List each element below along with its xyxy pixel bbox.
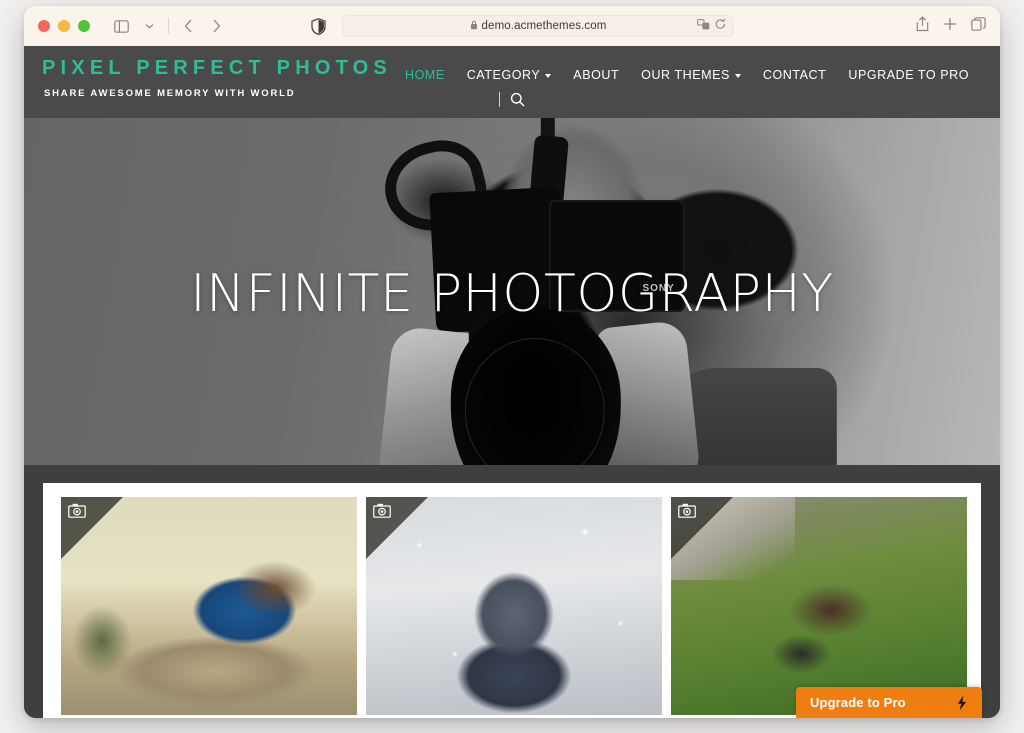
minimize-window-button[interactable] [58,20,70,32]
chevron-down-icon [545,74,552,78]
upgrade-to-pro-bar[interactable]: Upgrade to Pro [796,687,982,718]
camera-icon [68,503,86,518]
site-title: PIXEL PERFECT PHOTOS [42,57,392,79]
gallery-card[interactable] [61,497,357,715]
hero-banner: INFINITE PHOTOGRAPHY [24,118,1000,465]
gallery-card[interactable] [671,497,967,715]
nav-item-our-themes[interactable]: OUR THEMES [630,64,752,86]
camera-icon [678,503,696,518]
nav-label: OUR THEMES [641,68,730,82]
nav-item-category[interactable]: CATEGORY [456,64,563,86]
camera-icon [373,503,391,518]
toolbar-left-controls [108,14,229,38]
back-arrow-icon[interactable] [175,14,201,38]
nav-item-contact[interactable]: CONTACT [752,64,837,86]
nav-item-about[interactable]: ABOUT [562,64,630,86]
nav-label: HOME [405,68,445,82]
address-bar-actions [697,16,726,36]
lightning-bolt-icon [956,695,968,711]
tab-overview-icon[interactable] [971,16,986,36]
browser-window: demo.acmethemes.com PIXEL PERFECT PHOTOS… [24,6,1000,718]
url-text: demo.acmethemes.com [481,20,607,32]
browser-toolbar: demo.acmethemes.com [24,6,1000,46]
nav-item-home[interactable]: HOME [394,64,456,86]
maximize-window-button[interactable] [78,20,90,32]
privacy-shield-icon [311,17,326,35]
close-window-button[interactable] [38,20,50,32]
header-search-row [24,92,1000,107]
hero-title: INFINITE PHOTOGRAPHY [190,264,834,324]
sidebar-toggle-icon[interactable] [108,14,134,38]
page-viewport: PIXEL PERFECT PHOTOS SHARE AWESOME MEMOR… [24,46,1000,718]
nav-label: UPGRADE TO PRO [848,68,969,82]
nav-item-upgrade-to-pro[interactable]: UPGRADE TO PRO [837,64,980,86]
gallery-panel [43,483,981,718]
page-settings-icon[interactable] [697,17,710,35]
nav-label: CATEGORY [466,68,541,82]
gallery-grid [43,497,981,715]
upgrade-to-pro-label: Upgrade to Pro [810,695,906,710]
search-divider [499,92,500,107]
search-icon[interactable] [510,92,525,107]
site-header: PIXEL PERFECT PHOTOS SHARE AWESOME MEMOR… [24,46,1000,118]
chevron-down-icon [734,74,741,78]
primary-navigation: HOME CATEGORY ABOUT OUR THEMES CONTACT U… [394,64,980,86]
nav-label: CONTACT [762,68,827,82]
window-traffic-lights [38,20,90,32]
address-bar[interactable]: demo.acmethemes.com [342,15,734,37]
new-tab-icon[interactable] [943,17,957,36]
gallery-section [24,465,1000,718]
toolbar-divider [168,18,169,34]
privacy-report-button[interactable] [311,6,326,46]
tab-group-chevron-icon[interactable] [136,14,162,38]
lock-icon [470,20,478,32]
reload-icon[interactable] [715,17,726,35]
nav-label: ABOUT [573,68,620,82]
gallery-card[interactable] [366,497,662,715]
forward-arrow-icon[interactable] [203,14,229,38]
address-bar-content: demo.acmethemes.com [470,20,607,32]
toolbar-right-controls [916,6,986,46]
share-icon[interactable] [916,15,929,37]
